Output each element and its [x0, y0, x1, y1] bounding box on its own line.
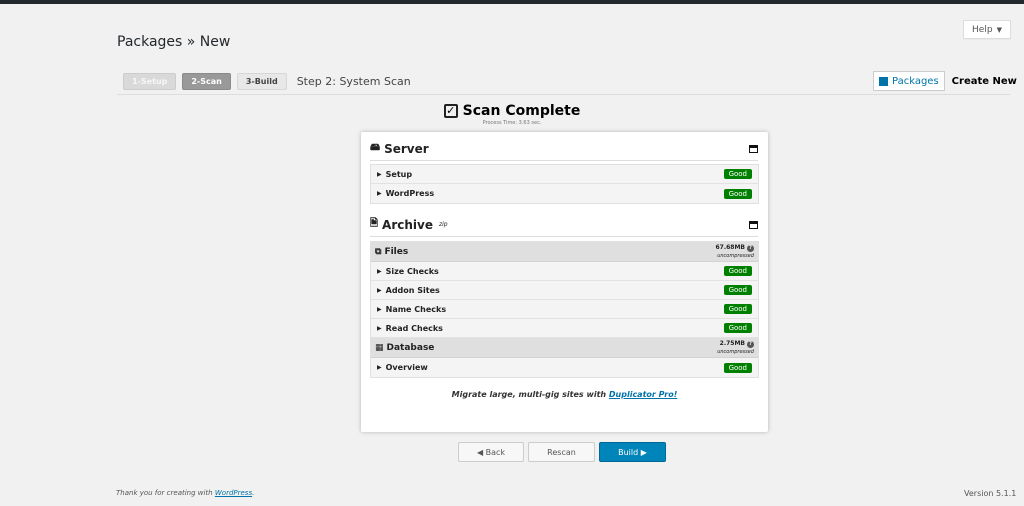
archive-format: zip — [438, 221, 448, 228]
check-row-addon-sites[interactable]: ▶ Addon Sites Good — [371, 281, 758, 300]
process-time: Process Time: 3.63 sec. — [482, 119, 542, 126]
create-new-link[interactable]: Create New — [952, 76, 1017, 87]
scan-results-panel: 🖴 Server ▶ Setup Good ▶ WordPress Good 🗎… — [361, 132, 768, 432]
archive-checks: ⧉ Files 67.68MB? uncompressed ▶ Size Che… — [370, 241, 759, 378]
caret-right-icon: ▶ — [377, 267, 382, 275]
status-badge: Good — [723, 304, 752, 314]
check-label: WordPress — [385, 189, 435, 198]
step-title: Step 2: System Scan — [296, 75, 411, 88]
step-wizard: 1-Setup 2-Scan 3-Build Step 2: System Sc… — [123, 73, 411, 90]
packages-label: Packages — [892, 75, 939, 87]
check-row-overview[interactable]: ▶ Overview Good — [371, 358, 758, 377]
checkbox-checked-icon: ✓ — [443, 103, 458, 118]
files-size: 67.68MB? uncompressed — [715, 244, 754, 260]
status-badge: Good — [723, 169, 752, 179]
status-badge: Good — [723, 285, 752, 295]
files-subheader: ⧉ Files 67.68MB? uncompressed — [371, 242, 758, 262]
database-title: Database — [386, 342, 435, 353]
database-size-value: 2.75MB — [719, 339, 745, 347]
step-setup[interactable]: 1-Setup — [123, 73, 177, 90]
help-button[interactable]: Help ▼ — [963, 20, 1011, 39]
header-divider — [117, 94, 1010, 95]
back-button[interactable]: ◀ Back — [458, 442, 524, 462]
caret-down-icon: ▼ — [996, 25, 1002, 34]
server-icon: 🖴 — [370, 142, 381, 153]
check-row-name-checks[interactable]: ▶ Name Checks Good — [371, 300, 758, 319]
help-circle-icon[interactable]: ? — [747, 244, 754, 252]
database-subheader: ▦ Database 2.75MB? uncompressed — [371, 338, 758, 358]
caret-right-icon: ▶ — [377, 190, 382, 197]
duplicator-pro-link[interactable]: Duplicator Pro! — [609, 390, 677, 399]
caret-right-icon: ▶ — [377, 324, 382, 332]
server-checks: ▶ Setup Good ▶ WordPress Good — [370, 164, 759, 204]
scan-title: Scan Complete — [462, 102, 581, 119]
admin-top-bar — [0, 0, 1024, 4]
caret-right-icon: ▶ — [377, 286, 382, 294]
section-toggle-icon[interactable] — [749, 220, 758, 229]
wordpress-link[interactable]: WordPress — [215, 489, 252, 497]
package-icon — [879, 76, 888, 86]
table-icon: ▦ — [375, 342, 384, 353]
page-title: Packages » New — [117, 34, 231, 50]
check-row-setup[interactable]: ▶ Setup Good — [371, 165, 758, 184]
archive-title: Archive — [382, 217, 433, 232]
files-size-unit: uncompressed — [717, 252, 754, 259]
step-scan: 2-Scan — [182, 73, 231, 90]
packages-button[interactable]: Packages — [873, 71, 945, 91]
status-badge: Good — [723, 323, 752, 333]
promo-message: Migrate large, multi-gig sites with — [451, 390, 609, 399]
archive-file-icon: 🗎 — [370, 218, 379, 229]
check-label: Setup — [385, 169, 413, 179]
check-label: Name Checks — [385, 304, 447, 314]
caret-right-icon: ▶ — [377, 305, 382, 313]
build-button[interactable]: Build ▶ — [599, 442, 666, 462]
status-badge: Good — [723, 266, 752, 276]
rescan-button[interactable]: Rescan — [528, 442, 595, 462]
footer-text: Thank you for creating with — [116, 489, 215, 497]
check-label: Overview — [385, 363, 428, 372]
check-label: Addon Sites — [385, 285, 440, 295]
check-row-wordpress[interactable]: ▶ WordPress Good — [371, 184, 758, 203]
action-buttons: ◀ Back Rescan Build ▶ — [458, 442, 666, 462]
caret-right-icon: ▶ — [377, 170, 382, 178]
server-section-header: 🖴 Server — [370, 140, 758, 161]
check-label: Read Checks — [385, 323, 443, 333]
caret-right-icon: ▶ — [377, 364, 382, 371]
footer-thanks: Thank you for creating with WordPress. — [116, 489, 254, 497]
footer-period: . — [252, 489, 255, 497]
server-title: Server — [384, 141, 429, 156]
files-size-value: 67.68MB — [715, 243, 745, 251]
status-badge: Good — [723, 362, 752, 373]
files-title: Files — [384, 246, 409, 257]
help-label: Help — [972, 24, 993, 35]
check-row-read-checks[interactable]: ▶ Read Checks Good — [371, 319, 758, 338]
check-row-size-checks[interactable]: ▶ Size Checks Good — [371, 262, 758, 281]
archive-section-header: 🗎 Archive zip — [370, 216, 758, 237]
scan-header: ✓ Scan Complete Process Time: 3.63 sec. — [0, 99, 1024, 126]
status-badge: Good — [723, 188, 752, 199]
files-icon: ⧉ — [375, 246, 382, 257]
promo-text: Migrate large, multi-gig sites with Dupl… — [361, 390, 768, 399]
step-build: 3-Build — [236, 73, 287, 90]
database-size: 2.75MB? uncompressed — [717, 340, 754, 356]
version-text: Version 5.1.1 — [964, 489, 1017, 498]
header-links: Packages Create New — [873, 71, 1017, 91]
database-size-unit: uncompressed — [717, 348, 754, 355]
section-toggle-icon[interactable] — [749, 144, 758, 153]
check-label: Size Checks — [385, 266, 439, 276]
help-circle-icon[interactable]: ? — [747, 340, 754, 348]
